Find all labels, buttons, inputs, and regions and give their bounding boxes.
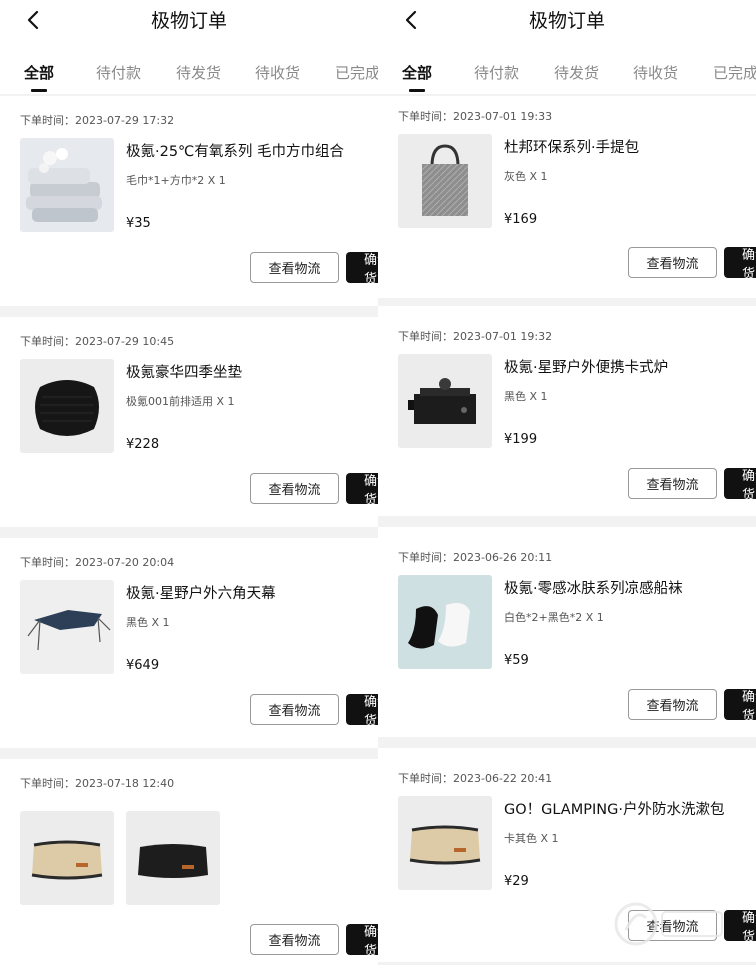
nav-bar: 极物订单	[0, 0, 378, 40]
toiletry-bag-khaki-image[interactable]	[398, 796, 492, 890]
order-card[interactable]: 下单时间：2023-07-29 17:32 极氪·25℃有氧系列 毛巾方巾组合 …	[0, 96, 378, 306]
header: 极物订单 全部 待付款 待发货 待收货 已完成	[378, 0, 756, 94]
order-time: 下单时间：2023-07-20 20:04	[20, 556, 175, 569]
tab-pending-shipment[interactable]: 待发货	[176, 62, 221, 83]
seat-cushion-image[interactable]	[20, 359, 114, 453]
product-name: 极氪·星野户外便携卡式炉	[504, 360, 669, 376]
product-spec: 毛巾*1+方巾*2 X 1	[126, 174, 226, 187]
tab-label: 全部	[24, 64, 55, 82]
order-time: 下单时间：2023-07-29 17:32	[20, 114, 175, 127]
confirm-receipt-button[interactable]: 确认收货	[346, 252, 378, 287]
view-logistics-button[interactable]: 查看物流	[250, 473, 339, 504]
product-price: ¥199	[504, 432, 538, 447]
order-time: 下单时间：2023-06-22 20:41	[398, 772, 553, 785]
page-title: 极物订单	[528, 10, 605, 32]
tab-label: 全部	[402, 64, 433, 82]
stove-image[interactable]	[398, 354, 492, 448]
confirm-receipt-button[interactable]: 确认收货	[346, 694, 378, 729]
tab-all[interactable]: 全部	[24, 62, 54, 92]
view-logistics-button[interactable]: 查看物流	[628, 689, 717, 720]
order-card[interactable]: 下单时间：2023-07-18 12:40 查看物流 确认收货	[0, 759, 378, 965]
product-spec: 卡其色 X 1	[504, 832, 559, 845]
confirm-receipt-button[interactable]: 确认收货	[346, 473, 378, 508]
order-card[interactable]: 下单时间：2023-07-01 19:32 极氪·星野户外便携卡式炉 黑色 X …	[378, 306, 756, 516]
toiletry-bag-black-image[interactable]	[126, 811, 220, 905]
view-logistics-button[interactable]: 查看物流	[250, 252, 339, 283]
product-spec: 黑色 X 1	[126, 616, 170, 629]
order-time: 下单时间：2023-07-01 19:32	[398, 330, 553, 343]
confirm-receipt-button[interactable]: 确认收货	[724, 247, 756, 282]
order-panel-left: 极物订单 全部 待付款 待发货 待收货 已完成 下单时间：2023-07-29 …	[0, 0, 378, 965]
tab-pending-payment[interactable]: 待付款	[474, 62, 519, 83]
nav-bar: 极物订单	[378, 0, 756, 40]
product-price: ¥228	[126, 437, 160, 452]
tab-bar: 全部 待付款 待发货 待收货 已完成	[378, 52, 756, 94]
order-card[interactable]: 下单时间：2023-07-20 20:04 极氪·星野户外六角天幕 黑色 X 1…	[0, 538, 378, 748]
order-time: 下单时间：2023-06-26 20:11	[398, 551, 553, 564]
product-price: ¥35	[126, 216, 151, 231]
tab-completed[interactable]: 已完成	[335, 62, 378, 83]
order-card[interactable]: 下单时间：2023-07-01 19:33 杜邦环保系列·手提包 灰色 X 1 …	[378, 96, 756, 298]
product-spec: 黑色 X 1	[504, 390, 548, 403]
socks-image[interactable]	[398, 575, 492, 669]
view-logistics-button[interactable]: 查看物流	[628, 468, 717, 499]
toiletry-bag-khaki-image[interactable]	[20, 811, 114, 905]
confirm-receipt-button[interactable]: 确认收货	[724, 468, 756, 503]
tab-pending-receipt[interactable]: 待收货	[633, 62, 678, 83]
product-name: 极氪·星野户外六角天幕	[126, 586, 276, 602]
active-tab-indicator	[31, 89, 47, 92]
product-price: ¥169	[504, 212, 538, 227]
product-spec: 极氪001前排适用 X 1	[126, 395, 235, 408]
product-price: ¥59	[504, 653, 529, 668]
product-spec: 灰色 X 1	[504, 170, 548, 183]
confirm-receipt-button[interactable]: 确认收货	[724, 689, 756, 724]
view-logistics-button[interactable]: 查看物流	[250, 694, 339, 725]
view-logistics-button[interactable]: 查看物流	[628, 247, 717, 278]
confirm-receipt-button[interactable]: 确认收货	[346, 924, 378, 959]
order-time: 下单时间：2023-07-18 12:40	[20, 777, 175, 790]
product-price: ¥649	[126, 658, 160, 673]
order-time: 下单时间：2023-07-29 10:45	[20, 335, 175, 348]
view-logistics-button[interactable]: 查看物流	[250, 924, 339, 955]
order-card[interactable]: 下单时间：2023-07-29 10:45 极氪豪华四季坐垫 极氪001前排适用…	[0, 317, 378, 527]
tab-pending-payment[interactable]: 待付款	[96, 62, 141, 83]
tab-pending-shipment[interactable]: 待发货	[554, 62, 599, 83]
canopy-image[interactable]	[20, 580, 114, 674]
tab-pending-receipt[interactable]: 待收货	[255, 62, 300, 83]
header: 极物订单 全部 待付款 待发货 待收货 已完成	[0, 0, 378, 94]
tab-completed[interactable]: 已完成	[713, 62, 756, 83]
product-name: 杜邦环保系列·手提包	[504, 140, 640, 156]
page-title: 极物订单	[150, 10, 227, 32]
watermark-logo	[612, 900, 732, 948]
order-panel-right: 极物订单 全部 待付款 待发货 待收货 已完成 下单时间：2023-07-01 …	[378, 0, 756, 965]
tab-bar: 全部 待付款 待发货 待收货 已完成	[0, 52, 378, 94]
product-name: 极氪豪华四季坐垫	[126, 365, 242, 381]
product-name: 极氪·零感冰肤系列凉感船袜	[504, 581, 683, 597]
tote-bag-image[interactable]	[398, 134, 492, 228]
product-price: ¥29	[504, 874, 529, 889]
tab-all[interactable]: 全部	[402, 62, 432, 92]
active-tab-indicator	[409, 89, 425, 92]
order-card[interactable]: 下单时间：2023-06-26 20:11 极氪·零感冰肤系列凉感船袜 白色*2…	[378, 527, 756, 737]
product-name: GO！GLAMPING·户外防水洗漱包	[504, 802, 725, 818]
product-spec: 白色*2+黑色*2 X 1	[504, 611, 604, 624]
order-time: 下单时间：2023-07-01 19:33	[398, 110, 553, 123]
towel-image[interactable]	[20, 138, 114, 232]
product-name: 极氪·25℃有氧系列 毛巾方巾组合	[126, 144, 344, 160]
